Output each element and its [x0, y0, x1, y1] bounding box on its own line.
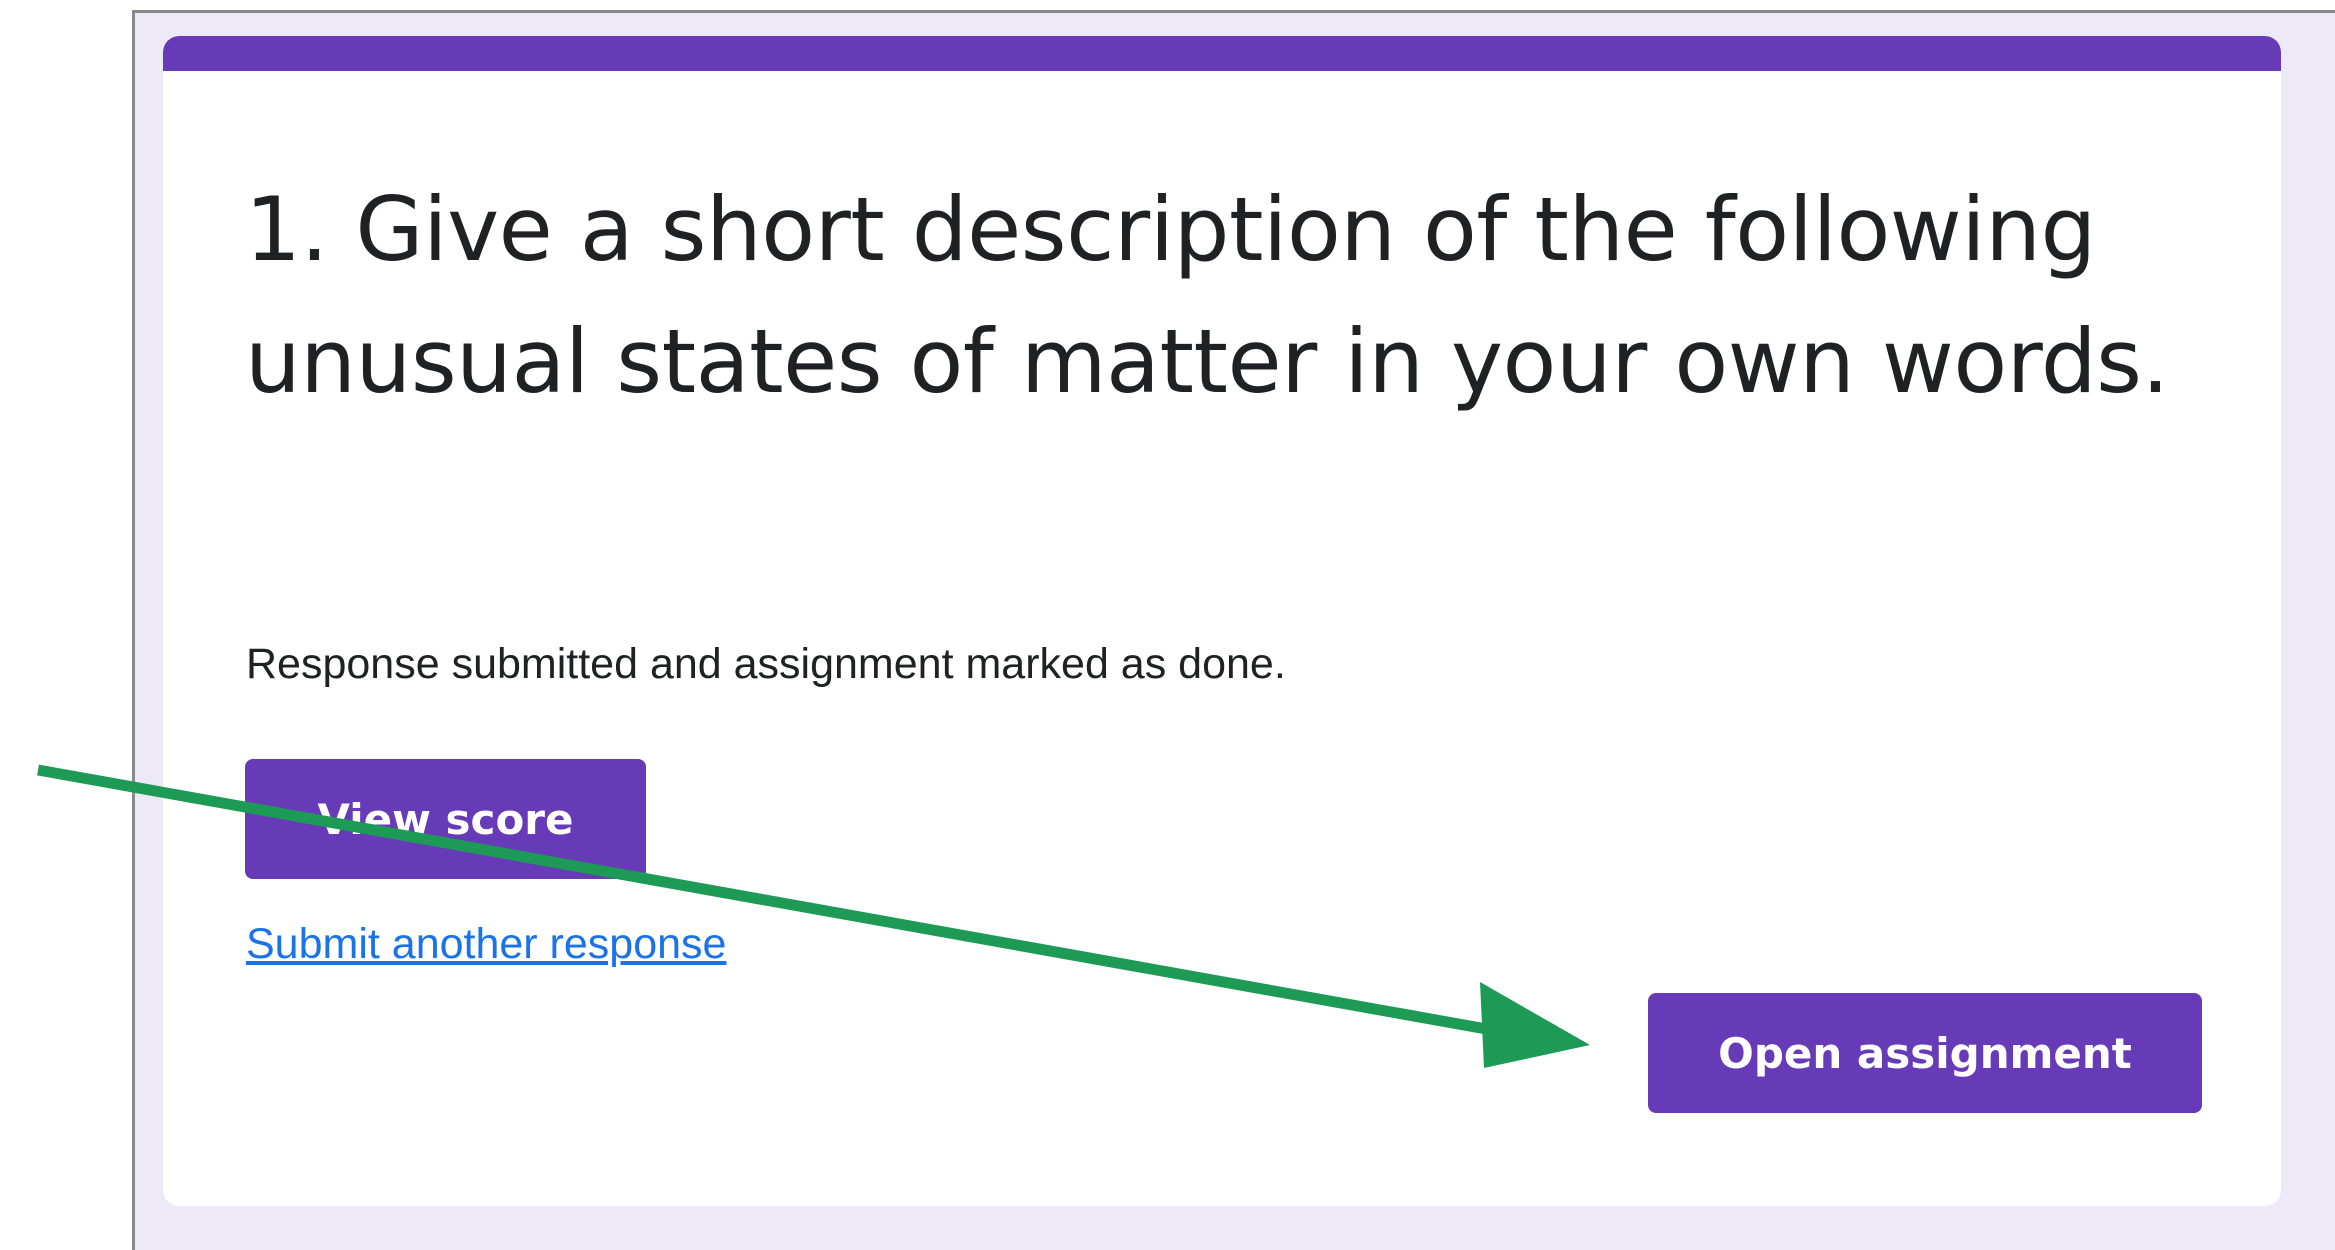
view-score-button[interactable]: View score — [245, 759, 646, 879]
submit-another-response-link[interactable]: Submit another response — [246, 916, 726, 972]
confirmation-card: 1. Give a short description of the follo… — [163, 36, 2281, 1206]
open-assignment-button[interactable]: Open assignment — [1648, 993, 2202, 1113]
form-title: 1. Give a short description of the follo… — [245, 178, 2170, 413]
status-message: Response submitted and assignment marked… — [246, 640, 1286, 688]
card-accent-bar — [163, 36, 2281, 71]
